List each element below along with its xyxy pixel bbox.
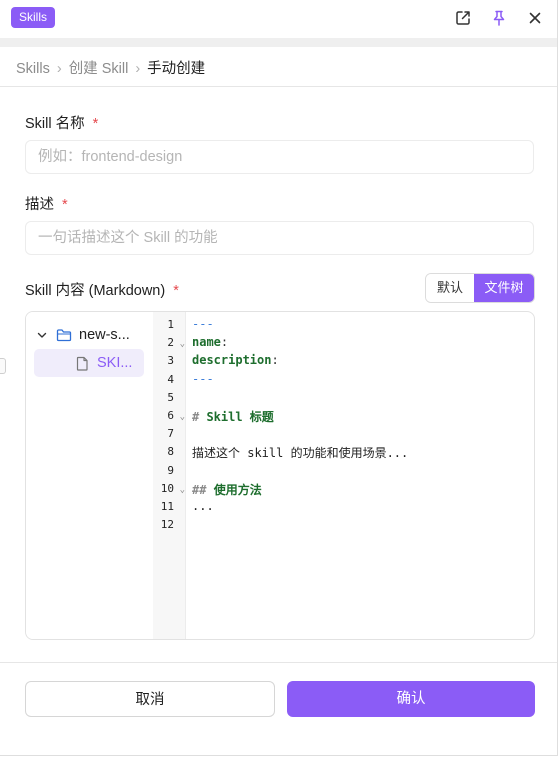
skill-name-label-text: Skill 名称 bbox=[25, 116, 85, 132]
code-token: --- bbox=[192, 317, 214, 331]
confirm-button[interactable]: 确认 bbox=[287, 681, 535, 717]
code-line: description: bbox=[192, 353, 279, 367]
tree-folder-row[interactable]: new-s... bbox=[32, 321, 146, 349]
tree-file-name: SKI... bbox=[97, 355, 133, 371]
code-line: --- bbox=[192, 317, 214, 331]
content-label: Skill 内容 (Markdown) * bbox=[25, 279, 179, 300]
line-number: 7 bbox=[153, 427, 185, 445]
code-token: name bbox=[192, 335, 221, 350]
required-mark: * bbox=[92, 116, 99, 132]
divider bbox=[0, 86, 557, 87]
markdown-editor: new-s... SKI... 1 2 ⌄ 3 4 5 6 ⌄ 7 8 9 10 ⌄ 11 12 --- na… bbox=[25, 311, 535, 640]
tree-folder-name: new-s... bbox=[79, 327, 130, 343]
code-line: name: bbox=[192, 335, 228, 349]
title-bar: Skills bbox=[0, 0, 557, 38]
line-number: 12 bbox=[153, 518, 185, 536]
view-file-tree-option[interactable]: 文件树 bbox=[474, 274, 534, 302]
resize-handle[interactable] bbox=[0, 358, 6, 374]
code-token: description bbox=[192, 353, 272, 368]
fold-chevron-icon[interactable]: ⌄ bbox=[180, 339, 185, 349]
breadcrumb-separator: › bbox=[135, 61, 141, 77]
code-token: --- bbox=[192, 371, 214, 386]
code-token: ... bbox=[192, 499, 214, 513]
required-mark: * bbox=[173, 283, 179, 299]
required-mark: * bbox=[62, 197, 68, 213]
code-token: ## bbox=[192, 482, 214, 497]
content-label-text: Skill 内容 (Markdown) bbox=[25, 283, 166, 299]
code-token: : bbox=[271, 353, 279, 368]
line-number: 3 bbox=[153, 354, 185, 372]
code-token: Skill 标题 bbox=[206, 410, 274, 424]
code-token: : bbox=[220, 335, 229, 350]
description-input[interactable] bbox=[26, 222, 533, 254]
line-number-text: 12 bbox=[160, 518, 174, 532]
code-token: 使用方法 bbox=[213, 482, 262, 497]
line-number: 8 bbox=[153, 445, 185, 463]
line-number-text: 7 bbox=[167, 427, 174, 441]
tree-file-row[interactable]: SKI... bbox=[34, 349, 144, 377]
breadcrumb-separator: › bbox=[56, 61, 62, 77]
dialog-window: Skills Skills › 创建 Skill › 手动创建 Skill 名称 * bbox=[0, 0, 558, 756]
line-number-text: 4 bbox=[167, 372, 174, 386]
line-number-text: 2 bbox=[167, 336, 174, 350]
line-number-text: 6 bbox=[167, 409, 174, 422]
folder-icon bbox=[54, 328, 74, 342]
line-number: 10 ⌄ bbox=[153, 482, 185, 500]
line-number-text: 1 bbox=[167, 318, 174, 331]
code-line: ... bbox=[192, 499, 214, 513]
description-label: 描述 * bbox=[25, 193, 68, 214]
line-number: 2 ⌄ bbox=[153, 336, 185, 354]
line-number-text: 10 bbox=[160, 481, 174, 495]
code-line: --- bbox=[192, 372, 214, 386]
line-number: 1 bbox=[153, 318, 185, 336]
breadcrumb-create-skill[interactable]: 创建 Skill bbox=[69, 61, 129, 77]
code-line: ## 使用方法 bbox=[192, 481, 262, 498]
line-number-text: 3 bbox=[167, 354, 174, 368]
code-area[interactable]: --- name: description: --- # Skill 标题 描述这个 sk… bbox=[192, 312, 534, 639]
line-number-text: 11 bbox=[160, 500, 174, 513]
line-number: 6 ⌄ bbox=[153, 409, 185, 427]
view-default-option[interactable]: 默认 bbox=[426, 274, 474, 302]
line-number: 9 bbox=[153, 464, 185, 482]
description-field[interactable] bbox=[25, 221, 534, 255]
external-link-icon[interactable] bbox=[454, 9, 472, 27]
line-number: 5 bbox=[153, 391, 185, 409]
code-token: 描述这个 skill 的功能和使用场景... bbox=[192, 446, 409, 461]
breadcrumb: Skills › 创建 Skill › 手动创建 bbox=[16, 57, 205, 78]
header-divider-strip bbox=[0, 38, 557, 47]
description-label-text: 描述 bbox=[25, 197, 54, 213]
fold-chevron-icon[interactable]: ⌄ bbox=[180, 412, 185, 422]
footer-divider bbox=[0, 662, 557, 663]
skill-name-label: Skill 名称 * bbox=[25, 112, 98, 133]
file-icon bbox=[74, 356, 90, 371]
code-token: # bbox=[192, 410, 207, 424]
skill-name-input[interactable] bbox=[26, 141, 533, 173]
line-number-gutter: 1 2 ⌄ 3 4 5 6 ⌄ 7 8 9 10 ⌄ 11 12 bbox=[153, 312, 186, 639]
line-number: 4 bbox=[153, 373, 185, 391]
file-tree-panel: new-s... SKI... bbox=[26, 312, 154, 639]
line-number-text: 8 bbox=[167, 445, 174, 459]
breadcrumb-manual-create: 手动创建 bbox=[147, 61, 206, 77]
cancel-button[interactable]: 取消 bbox=[25, 681, 275, 717]
pin-icon[interactable] bbox=[490, 9, 508, 27]
code-line: # Skill 标题 bbox=[192, 408, 274, 425]
code-line: 描述这个 skill 的功能和使用场景... bbox=[192, 444, 408, 461]
skill-name-field[interactable] bbox=[25, 140, 534, 174]
close-icon[interactable] bbox=[526, 9, 544, 27]
skills-badge: Skills bbox=[11, 7, 56, 28]
line-number-text: 9 bbox=[167, 463, 174, 477]
view-mode-toggle: 默认 文件树 bbox=[425, 273, 535, 303]
chevron-down-icon[interactable] bbox=[32, 329, 52, 341]
line-number-text: 5 bbox=[167, 390, 174, 404]
fold-chevron-icon[interactable]: ⌄ bbox=[180, 485, 185, 495]
breadcrumb-skills[interactable]: Skills bbox=[16, 61, 50, 77]
line-number: 11 bbox=[153, 500, 185, 518]
